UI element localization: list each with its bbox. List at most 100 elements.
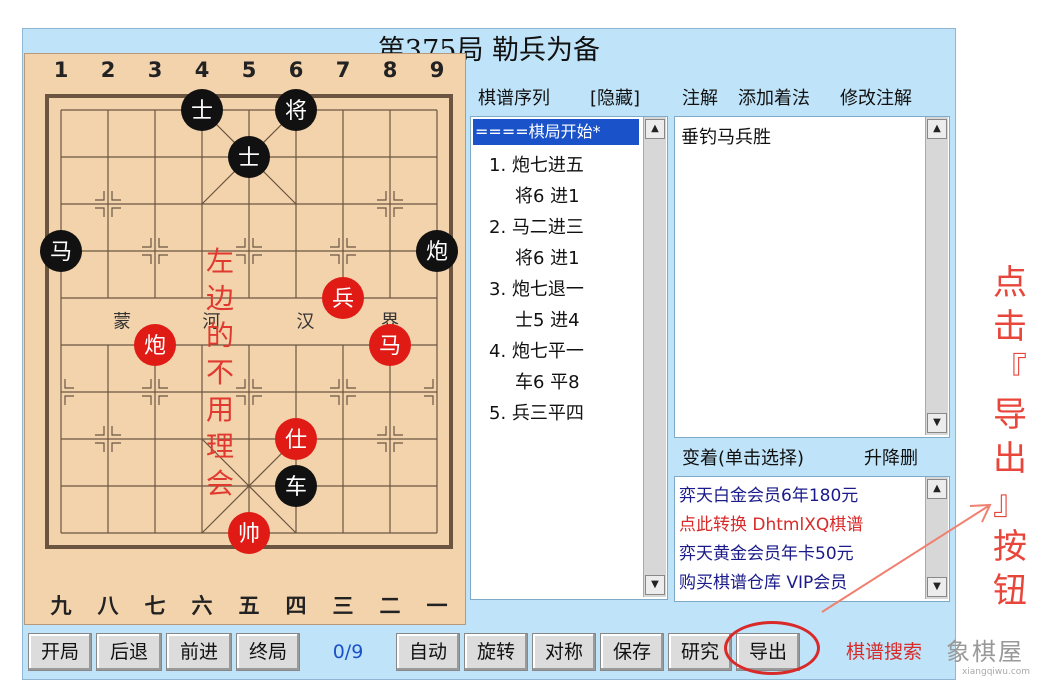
board-grid: 蒙河汉界士 将士马 炮兵炮 马仕车帅 [40, 89, 458, 554]
move-selected[interactable]: ====棋局开始* [473, 119, 639, 145]
rotate-button[interactable]: 旋转 [464, 633, 528, 671]
piece-red[interactable]: 马 [369, 324, 411, 366]
move-line[interactable]: 将6 进1 [515, 182, 580, 208]
move-line[interactable]: 2. 马二进三 [489, 213, 584, 239]
piece-label: 马 [50, 240, 72, 265]
bottom-number: 六 [191, 594, 213, 618]
piece-black[interactable]: 将 [275, 89, 317, 131]
move-line[interactable]: 3. 炮七退一 [489, 275, 584, 301]
piece-red[interactable]: 兵 [322, 277, 364, 319]
scroll-up-icon[interactable]: ▲ [645, 119, 665, 139]
move-line[interactable]: 1. 炮七进五 [489, 151, 584, 177]
annotation-char: 不 [205, 356, 234, 389]
watermark-logo: 象棋屋 xiangqiwu.com [946, 632, 1046, 682]
search-link[interactable]: 棋谱搜索 [824, 633, 944, 671]
bottom-number: 五 [238, 594, 260, 618]
piece-label: 士 [191, 99, 213, 124]
piece-black[interactable]: 士 [181, 89, 223, 131]
side-note-char: 出 [993, 439, 1027, 479]
progress-counter: 0/9 [332, 641, 364, 663]
moves-scrollbar[interactable]: ▲ ▼ [643, 117, 666, 597]
variation-item[interactable]: 弈天黄金会员年卡50元 [679, 539, 854, 564]
variation-item[interactable]: 点此转换 DhtmlXQ棋谱 [679, 510, 863, 535]
tab-add-move[interactable]: 添加着法 [738, 84, 810, 114]
piece-label: 帅 [238, 522, 260, 547]
scroll-up-icon[interactable]: ▲ [927, 479, 947, 499]
variation-header: 变着(单击选择) 升降删 [682, 444, 952, 474]
variation-action[interactable]: 升降删 [864, 444, 918, 474]
move-line[interactable]: 将6 进1 [515, 244, 580, 270]
hide-button[interactable]: [隐藏] [590, 84, 640, 114]
piece-black[interactable]: 马 [40, 230, 82, 272]
auto-button[interactable]: 自动 [396, 633, 460, 671]
variation-list[interactable]: 弈天白金会员6年180元 点此转换 DhtmlXQ棋谱 弈天黄金会员年卡50元 购买棋… [674, 476, 950, 602]
watermark-text: 象棋屋 [946, 638, 1024, 666]
variation-item[interactable]: 弈天白金会员6年180元 [679, 481, 858, 506]
bottom-number: 三 [332, 594, 354, 618]
piece-red[interactable]: 炮 [134, 324, 176, 366]
side-note-char: 『 [993, 351, 1027, 391]
moves-header: 棋谱序列 [隐藏] [478, 84, 664, 114]
scroll-up-icon[interactable]: ▲ [927, 119, 947, 139]
scroll-down-icon[interactable]: ▼ [927, 577, 947, 597]
comment-scrollbar[interactable]: ▲ ▼ [925, 117, 948, 435]
tab-comment[interactable]: 注解 [682, 84, 718, 114]
scroll-down-icon[interactable]: ▼ [645, 575, 665, 595]
move-line[interactable]: 车6 平8 [515, 368, 580, 394]
side-note-char: 导 [993, 395, 1027, 435]
side-note-char: 点 [993, 263, 1027, 303]
move-line[interactable]: 4. 炮七平一 [489, 337, 584, 363]
bottom-number: 一 [426, 594, 448, 618]
bottom-number: 七 [144, 594, 166, 618]
end-button[interactable]: 终局 [236, 633, 300, 671]
side-note-char: 』 [993, 483, 1027, 523]
piece-label: 炮 [426, 240, 448, 265]
comment-box[interactable]: 垂钓马兵胜 ▲ ▼ [674, 116, 950, 438]
annotation-char: 边 [205, 282, 234, 315]
annotation-char: 会 [205, 467, 234, 500]
piece-label: 炮 [144, 334, 166, 359]
piece-label: 兵 [332, 287, 354, 312]
annotation-char: 用 [205, 393, 234, 426]
piece-label: 车 [285, 475, 307, 500]
variation-scrollbar[interactable]: ▲ ▼ [925, 477, 948, 599]
chess-board[interactable]: 123456789 蒙河汉界士将士马炮兵炮马仕车帅 九八七六五四三二一 [24, 53, 466, 625]
moves-header-label: 棋谱序列 [478, 88, 550, 109]
research-button[interactable]: 研究 [668, 633, 732, 671]
comment-text: 垂钓马兵胜 [681, 127, 771, 148]
river-label: 蒙 [113, 312, 131, 333]
comment-tabs: 注解 添加着法 修改注解 [682, 84, 952, 114]
bottom-number: 二 [379, 594, 401, 618]
export-highlight-circle [724, 621, 820, 675]
variation-label: 变着(单击选择) [682, 448, 805, 469]
symmetric-button[interactable]: 对称 [532, 633, 596, 671]
piece-label: 仕 [285, 428, 307, 453]
start-button[interactable]: 开局 [28, 633, 92, 671]
bottom-number: 四 [285, 594, 307, 618]
board-bottom-numbers: 九八七六五四三二一 [25, 590, 465, 622]
piece-red[interactable]: 仕 [275, 418, 317, 460]
side-note-char: 按 [993, 527, 1027, 567]
piece-black[interactable]: 士 [228, 136, 270, 178]
piece-red[interactable]: 帅 [228, 512, 270, 554]
scroll-down-icon[interactable]: ▼ [927, 413, 947, 433]
moves-footer [470, 600, 666, 622]
piece-label: 马 [379, 334, 401, 359]
river-label: 汉 [296, 312, 314, 333]
forward-button[interactable]: 前进 [166, 633, 232, 671]
tab-edit-comment[interactable]: 修改注解 [840, 84, 912, 114]
piece-black[interactable]: 车 [275, 465, 317, 507]
move-line[interactable]: 5. 兵三平四 [489, 399, 584, 425]
bottom-number: 九 [50, 594, 72, 618]
side-note-char: 钮 [993, 571, 1027, 611]
save-button[interactable]: 保存 [600, 633, 664, 671]
back-button[interactable]: 后退 [96, 633, 162, 671]
annotation-char: 理 [205, 430, 234, 463]
annotation-char: 左 [205, 245, 234, 278]
piece-black[interactable]: 炮 [416, 230, 458, 272]
annotation-char: 的 [205, 319, 234, 352]
move-line[interactable]: 士5 进4 [515, 306, 580, 332]
piece-label: 将 [285, 99, 307, 124]
variation-item[interactable]: 购买棋谱仓库 VIP会员 [679, 568, 847, 593]
moves-list[interactable]: ====棋局开始* 1. 炮七进五 将6 进1 2. 马二进三 将6 进1 3. 炮七退… [470, 116, 668, 600]
